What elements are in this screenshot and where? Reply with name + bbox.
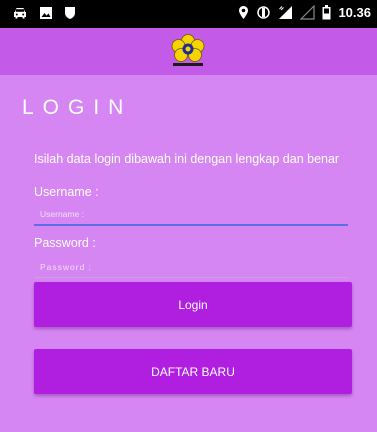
app-screen: 10.36 LOGIN Isilah data login dibawah in…	[0, 0, 377, 432]
app-bar	[0, 28, 377, 75]
username-input[interactable]	[34, 204, 348, 226]
shield-icon	[64, 6, 76, 20]
vibrate-icon	[256, 5, 271, 20]
status-bar: 10.36	[0, 0, 377, 28]
car-icon	[12, 6, 28, 20]
status-time: 10.36	[338, 5, 371, 20]
status-bar-notifications	[12, 6, 76, 20]
image-icon	[39, 6, 53, 20]
signal-icon	[278, 5, 293, 20]
location-icon	[238, 5, 249, 20]
register-button[interactable]: DAFTAR BARU	[34, 349, 352, 394]
password-label: Password :	[34, 236, 96, 250]
login-button[interactable]: Login	[34, 282, 352, 327]
page-title: LOGIN	[22, 96, 133, 119]
status-bar-system: 10.36	[238, 5, 371, 20]
instructions-text: Isilah data login dibawah ini dengan len…	[34, 152, 340, 166]
username-label: Username :	[34, 185, 99, 199]
signal-empty-icon	[300, 5, 316, 20]
app-logo	[168, 33, 208, 69]
battery-icon	[322, 5, 331, 20]
password-input[interactable]	[34, 256, 348, 278]
